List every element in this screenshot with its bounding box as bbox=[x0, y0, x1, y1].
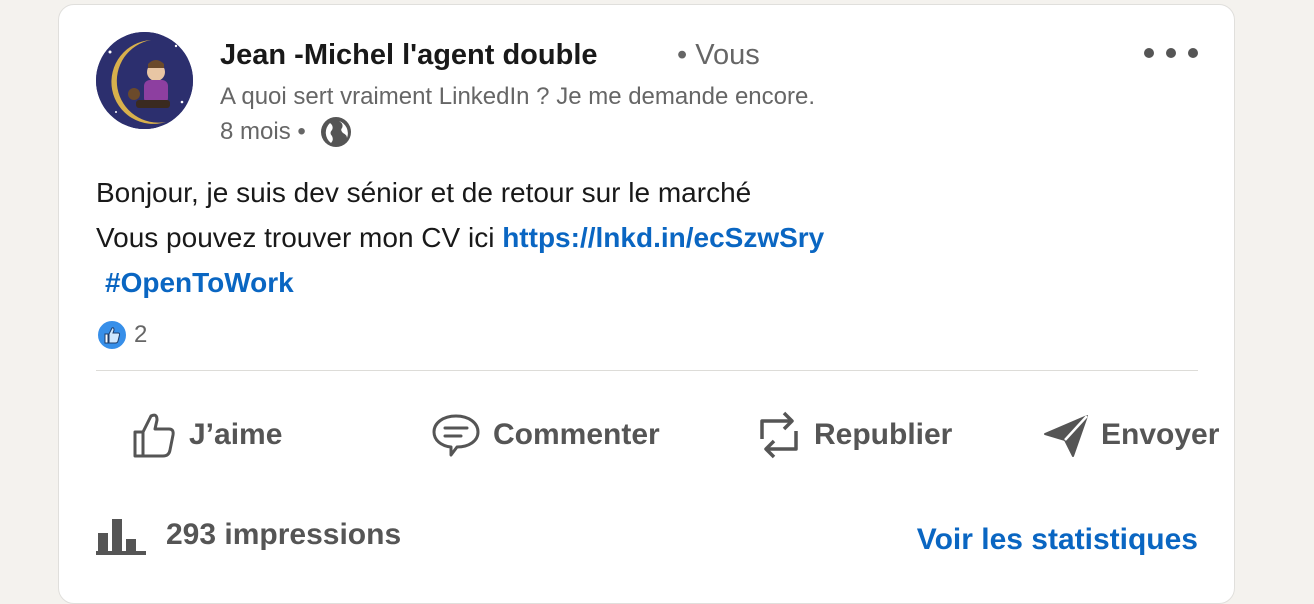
post-text: Vous pouvez trouver mon CV ici bbox=[96, 222, 503, 253]
like-label: J’aime bbox=[189, 418, 283, 451]
impressions[interactable]: 293 impressions bbox=[96, 515, 401, 555]
view-stats-link[interactable]: Voir les statistiques bbox=[917, 523, 1198, 557]
post-text-line: Bonjour, je suis dev sénior et de retour… bbox=[96, 177, 752, 208]
send-icon bbox=[1044, 415, 1088, 457]
post-text-line: #OpenToWork bbox=[96, 260, 1196, 305]
repost-icon bbox=[760, 411, 798, 459]
avatar-illustration-icon bbox=[96, 32, 193, 129]
impressions-count: 293 impressions bbox=[166, 518, 402, 551]
thumbs-up-icon bbox=[133, 413, 175, 458]
post-body: Bonjour, je suis dev sénior et de retour… bbox=[96, 170, 1196, 305]
like-reaction-icon bbox=[96, 319, 128, 351]
send-button[interactable]: Envoyer bbox=[1043, 400, 1219, 470]
repost-label: Republier bbox=[814, 418, 953, 451]
dot-icon bbox=[1188, 48, 1198, 58]
author-headline: A quoi sert vraiment LinkedIn ? Je me de… bbox=[220, 83, 816, 110]
send-label: Envoyer bbox=[1101, 418, 1220, 451]
reactions-summary[interactable]: 2 bbox=[96, 319, 147, 351]
author-avatar[interactable] bbox=[96, 32, 193, 129]
dot-icon bbox=[1144, 48, 1154, 58]
cv-link[interactable]: https://lnkd.in/ecSzwSry bbox=[502, 222, 824, 253]
author-name[interactable]: Jean -Michel l'agent double bbox=[220, 39, 598, 72]
comment-button[interactable]: Commenter bbox=[431, 400, 660, 470]
post-stats: 293 impressions Voir les statistiques bbox=[96, 515, 1198, 565]
comment-icon bbox=[432, 414, 480, 457]
globe-icon bbox=[320, 117, 351, 147]
repost-button[interactable]: Republier bbox=[756, 400, 952, 470]
hashtag-link[interactable]: #OpenToWork bbox=[105, 267, 294, 298]
more-options-button[interactable] bbox=[1144, 39, 1198, 67]
post-text-line: Vous pouvez trouver mon CV ici https://l… bbox=[96, 215, 1196, 260]
post-meta: 8 mois • bbox=[220, 116, 352, 148]
bar-chart-icon bbox=[96, 519, 146, 555]
reaction-count: 2 bbox=[134, 321, 148, 348]
divider bbox=[96, 370, 1198, 371]
like-button[interactable]: J’aime bbox=[131, 400, 282, 470]
author-relation: • Vous bbox=[677, 39, 760, 71]
comment-label: Commenter bbox=[493, 418, 660, 451]
post-card: Jean -Michel l'agent double • Vous A quo… bbox=[58, 4, 1235, 604]
post-actions: J’aime Commenter Republier Envoyer bbox=[96, 400, 1219, 470]
post-time: 8 mois • bbox=[220, 118, 306, 145]
dot-icon bbox=[1166, 48, 1176, 58]
